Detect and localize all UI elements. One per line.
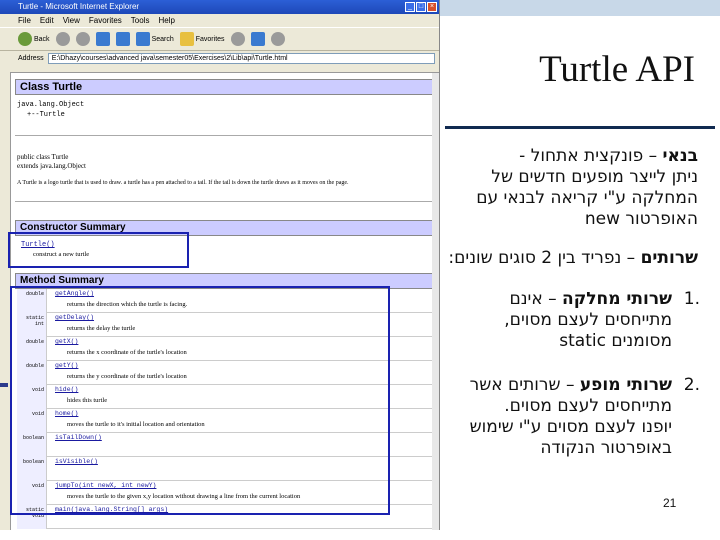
constructor-term: בנאי: [662, 146, 698, 166]
methods-highlight-box: [10, 286, 390, 515]
methods-intro-line: שרותים – נפריד בין 2 סוגים שונים:: [448, 248, 698, 269]
window-buttons: _ □ ×: [405, 2, 437, 12]
forward-arrow-icon: [55, 32, 70, 46]
class-title: Class Turtle: [15, 79, 435, 95]
media-button[interactable]: [230, 32, 245, 46]
print-icon: [270, 32, 285, 46]
item-text: שרותי מחלקה – אינם מתייחסים לעצם מסוים, …: [448, 289, 672, 352]
back-button[interactable]: Back: [18, 32, 50, 46]
item-line-1-rest: – אינם: [509, 289, 563, 309]
methods-intro: שרותים – נפריד בין 2 סוגים שונים:: [448, 248, 698, 269]
class-description: A Turtle is a logo turtle that is used t…: [17, 180, 349, 186]
address-input[interactable]: E:\Dhazy\courses\advanced java\semester0…: [47, 52, 435, 64]
home-icon: [115, 32, 130, 46]
item-line-4: באופרטור הנקודה: [540, 438, 672, 458]
stop-icon: [75, 32, 90, 46]
maximize-button[interactable]: □: [416, 2, 426, 12]
constructor-explanation: בנאי – פונקצית אתחול - ניתן לייצר מופעים…: [448, 146, 698, 230]
instance-methods-term: שרותי מופע: [579, 375, 672, 395]
constructor-line-2: ניתן לייצר מופעים חדשים של: [491, 167, 698, 187]
constructor-line-1-rest: – פונקצית אתחול -: [519, 146, 663, 166]
left-accent-bar: [0, 383, 8, 387]
constructor-line-1: בנאי – פונקצית אתחול -: [448, 146, 698, 167]
menu-view[interactable]: View: [63, 14, 80, 27]
hierarchy-turtle: +--Turtle: [27, 111, 65, 119]
vertical-scrollbar[interactable]: [432, 73, 439, 530]
item-line-2: מתייחסים לעצם מסוים,: [504, 310, 672, 330]
divider: [15, 201, 435, 202]
list-item: 1. שרותי מחלקה – אינם מתייחסים לעצם מסוי…: [448, 289, 700, 352]
item-text: שרותי מופע – שרותים אשר מתייחסים לעצם מס…: [448, 375, 672, 459]
menu-edit[interactable]: Edit: [40, 14, 54, 27]
menu-favorites[interactable]: Favorites: [89, 14, 122, 27]
class-extends: extends java.lang.Object: [17, 162, 87, 170]
methods-intro-rest: – נפריד בין 2 סוגים שונים:: [448, 248, 641, 268]
favorites-label: Favorites: [195, 35, 225, 43]
constructor-highlight-box: [8, 232, 189, 268]
favorites-button[interactable]: Favorites: [179, 32, 225, 46]
browser-toolbar: Back Search Favorites: [0, 27, 439, 51]
constructor-line-3: המחלקה ע"י קריאה לבנאי עם: [476, 188, 698, 208]
menu-file[interactable]: File: [18, 14, 31, 27]
browser-titlebar: Turtle - Microsoft Internet Explorer _ □…: [0, 0, 439, 14]
refresh-icon: [95, 32, 110, 46]
media-icon: [230, 32, 245, 46]
menu-tools[interactable]: Tools: [131, 14, 150, 27]
static-methods-term: שרותי מחלקה: [562, 289, 672, 309]
address-label: Address: [18, 54, 44, 62]
menubar: File Edit View Favorites Tools Help: [0, 14, 439, 27]
divider: [15, 135, 435, 136]
list-item: 2. שרותי מופע – שרותים אשר מתייחסים לעצם…: [448, 375, 700, 459]
item-number: 2.: [683, 375, 700, 395]
page-number: 21: [663, 496, 677, 510]
favorites-star-icon: [179, 32, 194, 46]
close-button[interactable]: ×: [427, 2, 437, 12]
item-line-1: שרותי מופע – שרותים אשר: [448, 375, 672, 396]
title-underline: [445, 126, 715, 129]
menu-help[interactable]: Help: [158, 14, 174, 27]
print-button[interactable]: [270, 32, 285, 46]
constructor-line-4: האופרטור new: [584, 209, 698, 229]
mail-icon: [250, 32, 265, 46]
slide-title: Turtle API: [539, 49, 695, 90]
item-line-3: יופנו לעצם מסוים ע"י שימוש: [469, 417, 672, 437]
item-line-2: מתייחסים לעצם מסוים.: [504, 396, 672, 416]
search-label: Search: [151, 35, 174, 43]
back-label: Back: [34, 35, 50, 43]
back-arrow-icon: [18, 32, 32, 46]
item-line-1-rest: – שרותים אשר: [469, 375, 580, 395]
search-button[interactable]: Search: [135, 32, 174, 46]
methods-term: שרותים: [640, 248, 698, 268]
hierarchy-object: java.lang.Object: [17, 101, 85, 109]
top-decoration-strip: [440, 0, 720, 16]
search-icon: [135, 32, 150, 46]
item-line-1: שרותי מחלקה – אינם: [448, 289, 672, 310]
minimize-button[interactable]: _: [405, 2, 415, 12]
mail-button[interactable]: [250, 32, 265, 46]
stop-button[interactable]: [75, 32, 90, 46]
browser-title: Turtle - Microsoft Internet Explorer: [18, 2, 140, 11]
class-declaration: public class Turtle: [17, 153, 69, 161]
refresh-button[interactable]: [95, 32, 110, 46]
address-bar: Address E:\Dhazy\courses\advanced java\s…: [0, 51, 439, 65]
item-line-3: מסומנים static: [559, 331, 672, 351]
home-button[interactable]: [115, 32, 130, 46]
forward-button[interactable]: [55, 32, 70, 46]
item-number: 1.: [683, 289, 700, 309]
